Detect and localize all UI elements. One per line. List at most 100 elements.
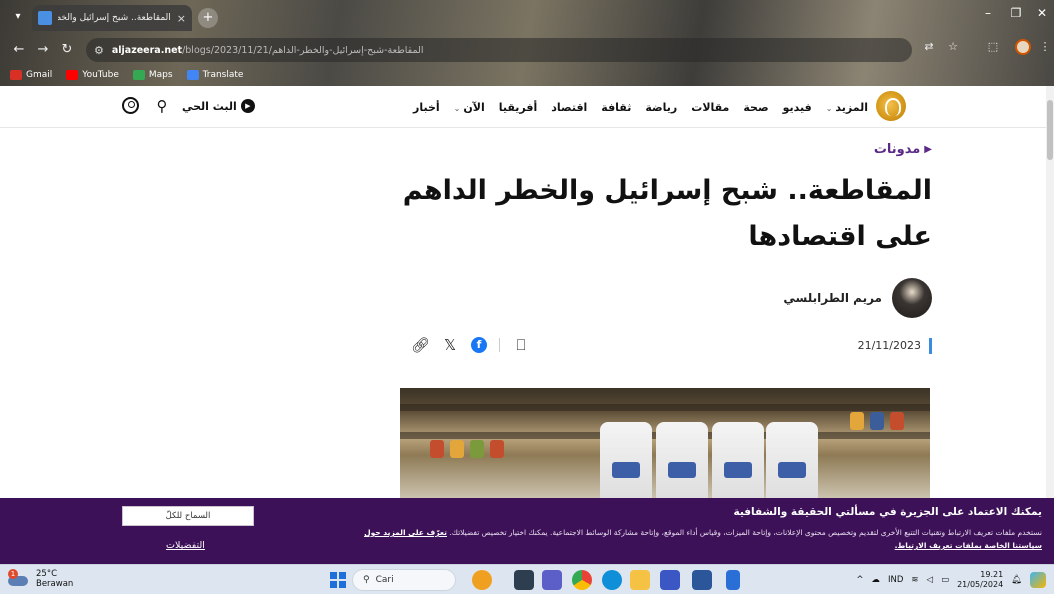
url-bar[interactable]: ⚙ aljazeera.net/blogs/2023/11/21/المقاطع… (86, 38, 912, 62)
bookmark-label: YouTube (82, 70, 119, 80)
bookmark-star-icon[interactable]: ☆ (944, 40, 962, 53)
bookmark-favicon-icon (66, 70, 79, 80)
clock-time: 19.21 (980, 570, 1004, 579)
back-arrow-icon[interactable]: ← (10, 41, 28, 59)
volume-icon[interactable]: ◁ (927, 575, 934, 585)
scrollbar-thumb[interactable] (1047, 100, 1053, 160)
site-info-icon[interactable]: ⚙ (94, 44, 104, 57)
forward-arrow-icon[interactable]: → (34, 41, 52, 59)
nav-item[interactable]: الآن⌄ (454, 101, 485, 114)
chrome-icon[interactable] (572, 570, 592, 590)
translate-page-icon[interactable]: ⇄ (920, 40, 938, 53)
widgets-icon[interactable] (472, 570, 492, 590)
store-icon[interactable] (660, 570, 680, 590)
bookmark-label: Translate (202, 70, 244, 80)
notification-bell-icon[interactable]: 🔔︎ (1011, 575, 1022, 585)
extensions-icon[interactable]: ⬚ (984, 40, 1002, 53)
input-language[interactable]: IND (888, 575, 903, 585)
page-scrollbar[interactable] (1046, 86, 1054, 498)
bookmark-item[interactable]: Translate (186, 70, 244, 80)
minimize-icon[interactable]: – (976, 6, 1000, 20)
nav-item[interactable]: فيديو (783, 101, 812, 114)
teams-icon[interactable] (542, 570, 562, 590)
notepad-icon[interactable] (726, 570, 740, 590)
nav-item[interactable]: أفريقيا (499, 101, 537, 114)
x-twitter-icon[interactable]: 𝕏 (441, 336, 459, 354)
aljazeera-logo[interactable] (876, 91, 906, 121)
bookmark-label: Maps (148, 70, 173, 80)
nav-item[interactable]: ثقافة (601, 101, 631, 114)
close-window-icon[interactable]: ✕ (1030, 6, 1054, 20)
bookmark-item[interactable]: Gmail (10, 70, 52, 80)
image-detail (430, 440, 444, 458)
image-detail (600, 422, 652, 500)
nav-item[interactable]: اقتصاد (551, 101, 587, 114)
clock[interactable]: 19.21 21/05/2024 (957, 570, 1003, 590)
cloud-sync-icon[interactable]: ☁ (871, 575, 880, 585)
new-tab-button[interactable]: + (198, 8, 218, 28)
edge-icon[interactable] (602, 570, 622, 590)
taskbar-search[interactable]: ⚲ Cari (352, 569, 456, 591)
triangle-icon: ▶ (924, 144, 932, 155)
user-account-icon[interactable] (122, 97, 139, 114)
nav-item[interactable]: المزيد⌄ (826, 101, 868, 114)
preferences-link[interactable]: التفضيلات (166, 540, 205, 551)
word-icon[interactable] (692, 570, 712, 590)
allow-all-button[interactable]: السماح للكلّ (122, 506, 254, 526)
bookmark-icon[interactable]: ⎕ (512, 336, 530, 354)
bookmark-favicon-icon (10, 70, 22, 80)
author-avatar[interactable] (892, 278, 932, 318)
image-detail (766, 422, 818, 500)
chevron-up-icon[interactable]: ^ (856, 575, 863, 585)
image-detail (450, 440, 464, 458)
file-explorer-icon[interactable] (630, 570, 650, 590)
live-stream-link[interactable]: ▶ البث الحي (182, 99, 255, 113)
nav-item-label: مقالات (691, 100, 730, 114)
cookie-description: نستخدم ملفات تعريف الارتباط وتقنيات التت… (352, 526, 1042, 552)
profile-avatar[interactable] (1015, 39, 1031, 55)
address-bar-row: ← → ↻ ⚙ aljazeera.net/blogs/2023/11/21/ا… (0, 34, 1054, 64)
weather-widget[interactable]: 25°C Berawan (8, 569, 73, 589)
nav-item[interactable]: صحة (743, 101, 768, 114)
reload-icon[interactable]: ↻ (58, 41, 76, 59)
copy-link-icon[interactable]: 🔗︎ (411, 336, 430, 354)
nav-item-label: اقتصاد (551, 100, 588, 114)
author-byline[interactable]: مريم الطرابلسي (783, 278, 932, 318)
kebab-menu-icon[interactable]: ⋮ (1036, 40, 1054, 53)
browser-tab-active[interactable]: المقاطعة.. شبح إسرائيل والخطر ا × (32, 5, 192, 31)
article-headline: المقاطعة.. شبح إسرائيل والخطر الداهم على… (402, 175, 932, 252)
section-label: مدونات (873, 142, 921, 157)
live-label: البث الحي (182, 99, 237, 113)
facebook-icon[interactable]: f (471, 337, 487, 353)
maximize-icon[interactable]: ❐ (1004, 6, 1028, 20)
favicon-icon (38, 11, 52, 25)
battery-icon[interactable]: ▭ (941, 575, 949, 585)
site-header: أخبار الآن⌄ أفريقيا اقتصاد ثقافة رياضة مقالات ص… (0, 86, 1046, 128)
cookie-consent-banner: يمكنك الاعتماد على الجزيرة في مسألتي الح… (0, 498, 1054, 564)
nav-item[interactable]: أخبار (413, 101, 440, 114)
nav-item[interactable]: رياضة (645, 101, 677, 114)
nav-item-label: الآن (463, 100, 485, 114)
section-link[interactable]: ▶ مدونات (874, 142, 932, 157)
tab-search-chevron-icon[interactable]: ▾ (8, 7, 28, 27)
main-nav: أخبار الآن⌄ أفريقيا اقتصاد ثقافة رياضة مقالات ص… (413, 86, 868, 128)
bookmark-item[interactable]: YouTube (66, 70, 119, 80)
copilot-icon[interactable] (1030, 572, 1046, 588)
browser-chrome: ▾ المقاطعة.. شبح إسرائيل والخطر ا × + – … (0, 0, 1054, 86)
wifi-icon[interactable]: ≋ (911, 575, 918, 585)
windows-taskbar: 25°C Berawan ⚲ Cari ^ ☁ IND ≋ ◁ ▭ 19.21 … (0, 564, 1054, 594)
task-view-icon[interactable] (514, 570, 534, 590)
search-icon[interactable]: ⚲ (152, 96, 172, 116)
nav-item[interactable]: مقالات (691, 101, 729, 114)
weather-text: 25°C Berawan (36, 569, 73, 589)
image-detail (850, 412, 864, 430)
taskbar-search-label: Cari (375, 575, 394, 585)
author-name[interactable]: مريم الطرابلسي (783, 291, 882, 305)
temperature: 25°C (36, 569, 58, 579)
tab-close-icon[interactable]: × (177, 12, 186, 25)
windows-start-icon[interactable] (330, 572, 346, 588)
publish-date: 21/11/2023 (858, 338, 932, 354)
nav-item-label: أفريقيا (498, 100, 538, 114)
play-icon: ▶ (240, 99, 255, 113)
bookmark-item[interactable]: Maps (132, 70, 173, 80)
